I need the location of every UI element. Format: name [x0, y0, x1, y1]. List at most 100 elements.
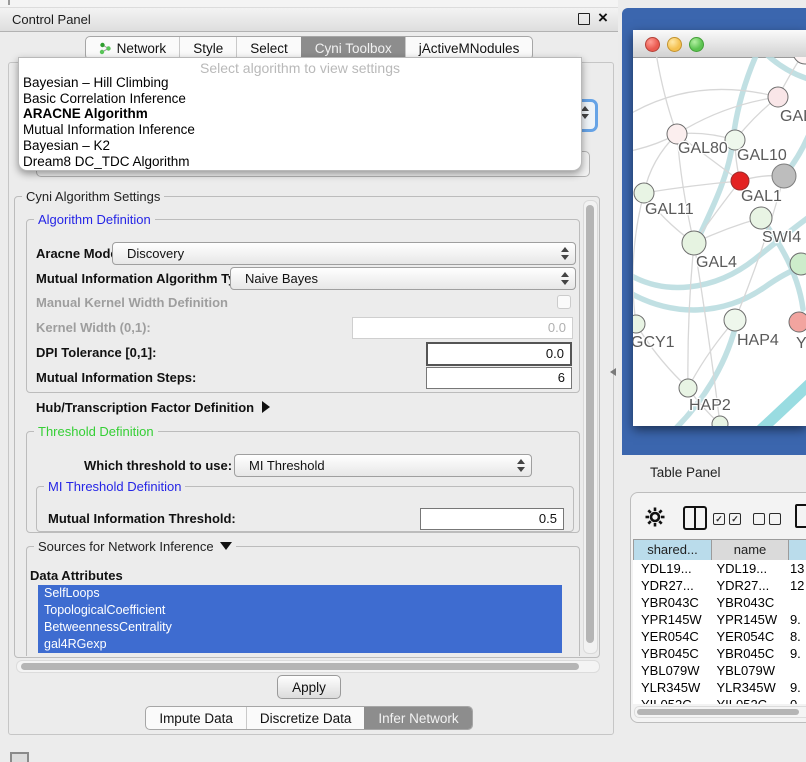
- scroll-thumb[interactable]: [637, 709, 799, 715]
- network-graph: GALGAL80GAL10GAL1GAL11SWI4GAL4GCY1HAP4YH…: [633, 57, 806, 426]
- splitter-handle[interactable]: [610, 368, 616, 376]
- table-row[interactable]: YIL052CYIL052C0.: [633, 696, 806, 704]
- tab-label: Cyni Toolbox: [315, 41, 392, 56]
- table-cell: YIL052C: [633, 696, 708, 704]
- table-panel-title: Table Panel: [650, 465, 721, 480]
- table-row[interactable]: YDL19...YDL19...13: [633, 560, 806, 577]
- combo-stepper-icon: [561, 247, 568, 260]
- attribute-list-item[interactable]: BetweennessCentrality: [38, 619, 562, 636]
- collapse-down-icon: [220, 542, 232, 550]
- manual-kernel-width-checkbox[interactable]: [557, 295, 571, 309]
- dpi-tolerance-input[interactable]: 0.0: [426, 342, 572, 366]
- settings-vertical-scrollbar[interactable]: [583, 200, 598, 654]
- table-row[interactable]: YPR145WYPR145W9.: [633, 611, 806, 628]
- mi-algorithm-type-value: Naive Bayes: [245, 271, 318, 286]
- mi-algorithm-type-combo[interactable]: Naive Bayes: [230, 267, 576, 290]
- attribute-list-item[interactable]: SelfLoops: [38, 585, 562, 602]
- table-row[interactable]: YBL079WYBL079W: [633, 662, 806, 679]
- table-cell: [784, 662, 806, 679]
- dropdown-item[interactable]: Dream8 DC_TDC Algorithm: [19, 154, 581, 170]
- table-rows: YDL19...YDL19...13YDR27...YDR27...12YBR0…: [633, 560, 806, 704]
- table-row[interactable]: YDR27...YDR27...12: [633, 577, 806, 594]
- sources-collapse-header[interactable]: Sources for Network Inference: [34, 539, 236, 554]
- table-row[interactable]: YLR345WYLR345W9.: [633, 679, 806, 696]
- scroll-thumb[interactable]: [586, 205, 594, 643]
- minimize-traffic-light[interactable]: [667, 37, 682, 52]
- dropdown-item[interactable]: Bayesian – K2: [19, 138, 581, 154]
- dropdown-item[interactable]: Mutual Information Inference: [19, 122, 581, 138]
- table-cell: YBR043C: [708, 594, 783, 611]
- network-node-hap2[interactable]: [679, 379, 697, 397]
- mi-threshold-input[interactable]: 0.5: [420, 508, 564, 530]
- network-node-swi4[interactable]: [750, 207, 772, 229]
- network-node-gal4[interactable]: [682, 231, 706, 255]
- which-threshold-combo[interactable]: MI Threshold: [234, 454, 532, 477]
- mi-steps-label: Mutual Information Steps:: [36, 370, 196, 385]
- network-node-hap4[interactable]: [724, 309, 746, 331]
- show-columns-icon[interactable]: [683, 506, 707, 530]
- which-threshold-label: Which threshold to use:: [84, 458, 232, 473]
- table-column-header[interactable]: A: [788, 540, 806, 560]
- node-label: GAL: [780, 108, 806, 125]
- settings-horizontal-scrollbar[interactable]: [16, 660, 600, 673]
- aracne-mode-combo[interactable]: Discovery: [112, 242, 576, 265]
- network-node[interactable]: [793, 57, 806, 64]
- combo-stepper-icon: [581, 106, 588, 119]
- tab-network[interactable]: Network: [86, 37, 180, 59]
- select-all-checkbox-icon[interactable]: ✓: [729, 513, 741, 525]
- threshold-definition-legend: Threshold Definition: [34, 424, 158, 439]
- table-cell: YBL079W: [708, 662, 783, 679]
- export-table-icon[interactable]: [795, 504, 806, 528]
- tab-jactivemnodules[interactable]: jActiveMNodules: [405, 37, 533, 59]
- network-node-gcy1[interactable]: [633, 315, 645, 333]
- close-traffic-light[interactable]: [645, 37, 660, 52]
- float-window-icon[interactable]: [578, 13, 590, 25]
- network-edge: [633, 193, 644, 324]
- select-all-checkbox-icon[interactable]: ✓: [713, 513, 725, 525]
- apply-button[interactable]: Apply: [277, 675, 341, 699]
- hub-definition-expander[interactable]: Hub/Transcription Factor Definition: [36, 400, 270, 415]
- network-node-gal[interactable]: [768, 87, 788, 107]
- network-node[interactable]: [712, 416, 728, 426]
- network-node[interactable]: [772, 164, 796, 188]
- zoom-traffic-light[interactable]: [689, 37, 704, 52]
- mi-steps-input[interactable]: 6: [426, 367, 572, 389]
- table-row[interactable]: YBR043CYBR043C: [633, 594, 806, 611]
- table-cell: 12: [784, 577, 806, 594]
- tab-infer-network[interactable]: Infer Network: [364, 707, 471, 729]
- network-node-y[interactable]: [789, 312, 806, 332]
- attribute-list-item[interactable]: gal4RGexp: [38, 636, 562, 653]
- close-icon[interactable]: ×: [598, 8, 608, 28]
- scroll-thumb[interactable]: [21, 663, 579, 670]
- tab-discretize-data[interactable]: Discretize Data: [246, 707, 365, 729]
- table-row[interactable]: YER054CYER054C8.: [633, 628, 806, 645]
- tab-impute-data[interactable]: Impute Data: [146, 707, 246, 729]
- kernel-width-input[interactable]: 0.0: [352, 317, 573, 339]
- network-window-titlebar[interactable]: [633, 30, 806, 58]
- control-panel-titlebar: [0, 8, 618, 32]
- control-panel-title: Control Panel: [12, 12, 91, 27]
- tab-cyni-toolbox[interactable]: Cyni Toolbox: [301, 37, 405, 59]
- tab-style[interactable]: Style: [179, 37, 236, 59]
- combo-stepper-icon: [517, 459, 524, 472]
- table-column-header[interactable]: shared...: [633, 540, 712, 560]
- dock-handle-box[interactable]: [10, 752, 29, 762]
- gear-icon[interactable]: [645, 507, 665, 527]
- table-cell: YDL19...: [708, 560, 783, 577]
- dropdown-item[interactable]: Basic Correlation Inference: [19, 91, 581, 107]
- tab-select[interactable]: Select: [236, 37, 301, 59]
- network-node-gal11[interactable]: [634, 183, 654, 203]
- tab-label: Impute Data: [159, 711, 233, 726]
- deselect-all-checkbox-icon[interactable]: [769, 513, 781, 525]
- table-horizontal-scrollbar[interactable]: [634, 706, 806, 718]
- node-label: GAL1: [741, 188, 782, 205]
- table-cell: YBL079W: [633, 662, 708, 679]
- table-row[interactable]: YBR045CYBR045C9.: [633, 645, 806, 662]
- deselect-all-checkbox-icon[interactable]: [753, 513, 765, 525]
- network-edge: [644, 181, 740, 193]
- dropdown-item[interactable]: Bayesian – Hill Climbing: [19, 75, 581, 91]
- dropdown-item[interactable]: ARACNE Algorithm: [19, 106, 581, 122]
- attribute-list-item[interactable]: TopologicalCoefficient: [38, 602, 562, 619]
- table-column-header[interactable]: name: [711, 540, 789, 560]
- dropdown-placeholder: Select algorithm to view settings: [19, 58, 581, 75]
